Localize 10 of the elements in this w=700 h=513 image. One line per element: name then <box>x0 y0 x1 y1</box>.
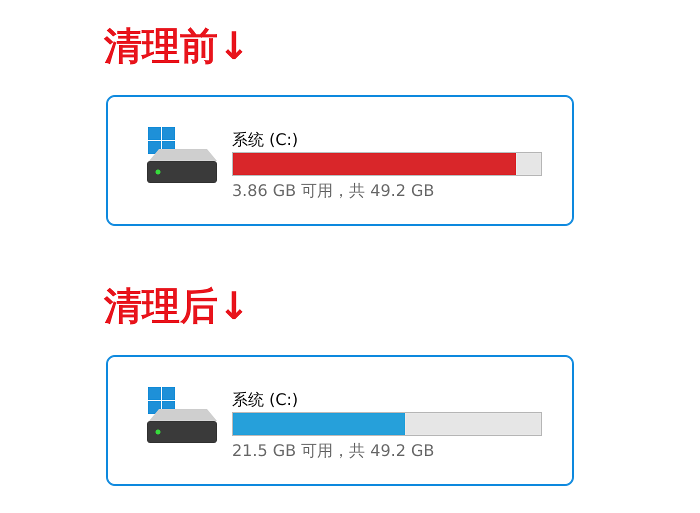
drive-name: 系统 (C:) <box>232 129 300 151</box>
drive-name: 系统 (C:) <box>232 389 300 411</box>
drive-icon <box>145 127 219 185</box>
free-space-text: 21.5 GB 可用，共 49.2 GB <box>232 440 436 462</box>
drive-tile[interactable]: 系统 (C:) 21.5 GB 可用，共 49.2 GB <box>106 355 574 486</box>
free-space-text: 3.86 GB 可用，共 49.2 GB <box>232 180 436 202</box>
heading: 清理前↓ <box>104 23 251 70</box>
heading: 清理后↓ <box>104 283 251 330</box>
drive-icon <box>145 387 219 445</box>
drive-tile[interactable]: 系统 (C:) 3.86 GB 可用，共 49.2 GB <box>106 95 574 226</box>
